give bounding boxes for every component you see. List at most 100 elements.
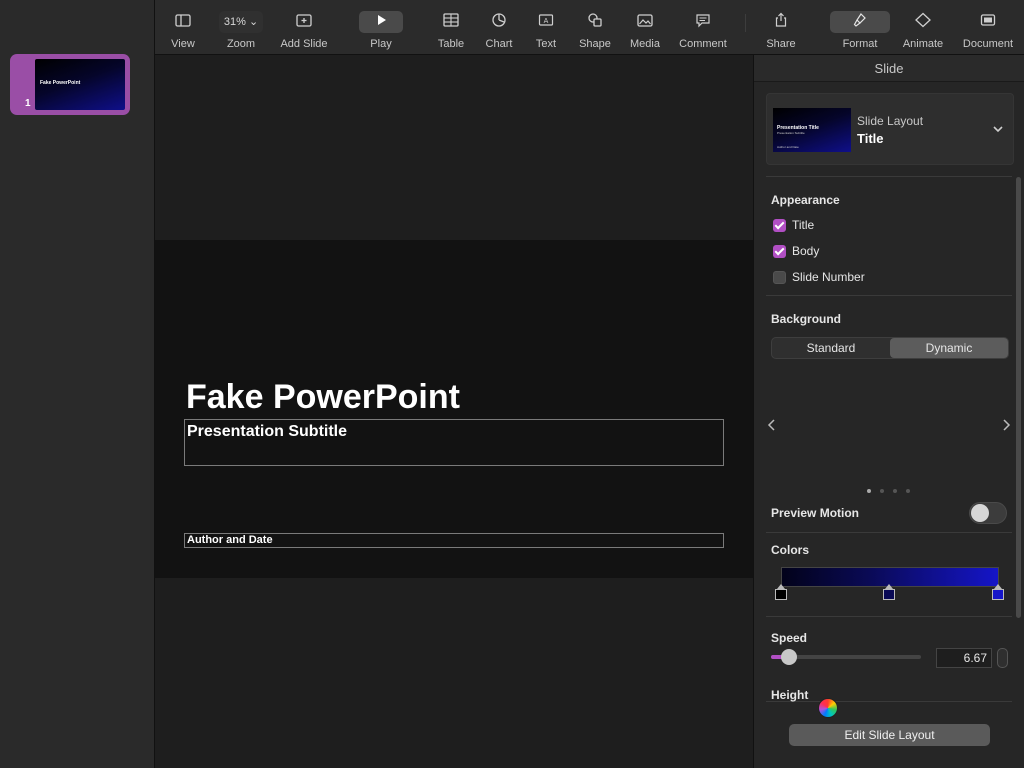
page-dot[interactable]	[893, 489, 897, 493]
table-icon	[433, 11, 469, 33]
pie-chart-icon	[481, 11, 517, 33]
slide-thumbnail-1[interactable]: 1 Fake PowerPoint	[10, 54, 130, 115]
slide-subtitle[interactable]: Presentation Subtitle	[187, 423, 347, 441]
add-slide-button[interactable]: Add Slide	[275, 0, 333, 55]
checkbox-label: Body	[792, 244, 820, 258]
speed-heading: Speed	[771, 631, 808, 645]
background-segmented-control[interactable]: Standard Dynamic	[771, 337, 1009, 359]
color-wheel-icon[interactable]	[818, 698, 838, 718]
play-icon	[359, 11, 403, 33]
paintbrush-icon	[830, 11, 890, 33]
slide-canvas[interactable]: Fake PowerPoint Presentation Subtitle Au…	[155, 55, 753, 768]
gradient-stop-3[interactable]	[992, 584, 1004, 600]
page-dot[interactable]	[867, 489, 871, 493]
slide[interactable]: Fake PowerPoint Presentation Subtitle Au…	[155, 240, 753, 578]
section-divider	[766, 176, 1012, 177]
gradient-stop-2[interactable]	[883, 584, 895, 600]
text-box-icon: A	[531, 11, 561, 33]
document-button[interactable]: Document	[959, 0, 1017, 55]
page-dot[interactable]	[906, 489, 910, 493]
chevron-down-icon: ⌄	[248, 16, 259, 28]
toggle-knob	[971, 504, 989, 522]
layout-thumb-subtitle: Presentation Subtitle	[777, 131, 805, 135]
add-slide-label: Add Slide	[280, 38, 328, 50]
chart-label: Chart	[485, 38, 513, 50]
height-heading: Height	[771, 688, 809, 702]
checkbox-label: Slide Number	[792, 270, 865, 284]
checkbox-unchecked[interactable]	[773, 271, 786, 284]
document-label: Document	[962, 38, 1014, 50]
text-button[interactable]: A Text	[531, 0, 561, 55]
slide-layout-name: Title	[857, 131, 884, 146]
checkbox-checked[interactable]	[773, 245, 786, 258]
comment-button[interactable]: Comment	[675, 0, 731, 55]
shape-button[interactable]: Shape	[577, 0, 613, 55]
speed-stepper[interactable]	[997, 648, 1008, 668]
gradient-stop-1[interactable]	[775, 584, 787, 600]
subtitle-placeholder[interactable]: Presentation Subtitle	[184, 419, 724, 466]
inspector-scrollbar[interactable]	[1016, 177, 1021, 618]
share-button[interactable]: Share	[763, 0, 799, 55]
toolbar: View 31% ⌄ Zoom Add Slide Play Table Cha…	[155, 0, 1024, 55]
text-label: Text	[535, 38, 557, 50]
layout-thumb-author: Author and Date	[777, 145, 799, 149]
speed-slider-knob[interactable]	[781, 649, 797, 665]
svg-text:A: A	[544, 18, 549, 25]
toolbar-divider	[745, 14, 746, 32]
speed-value-field[interactable]: 6.67	[936, 648, 992, 668]
checkbox-label: Title	[792, 218, 815, 232]
comment-label: Comment	[679, 38, 727, 50]
preset-page-indicator[interactable]	[867, 480, 919, 498]
chevron-left-icon[interactable]	[766, 417, 778, 433]
animate-button[interactable]: Animate	[901, 0, 945, 55]
comment-icon	[675, 11, 731, 33]
preview-motion-label: Preview Motion	[771, 506, 860, 520]
background-dynamic-option[interactable]: Dynamic	[890, 338, 1008, 358]
play-label: Play	[370, 38, 392, 50]
background-standard-option[interactable]: Standard	[772, 338, 890, 358]
format-button[interactable]: Format	[830, 0, 890, 55]
chevron-down-icon	[993, 126, 1003, 133]
inspector-header: Slide	[754, 55, 1024, 82]
edit-slide-layout-button[interactable]: Edit Slide Layout	[789, 724, 990, 746]
table-button[interactable]: Table	[433, 0, 469, 55]
zoom-label: Zoom	[226, 38, 256, 50]
slide-title[interactable]: Fake PowerPoint	[186, 378, 460, 417]
zoom-select[interactable]: 31% ⌄	[219, 11, 263, 33]
share-label: Share	[766, 38, 796, 50]
table-label: Table	[437, 38, 465, 50]
play-button[interactable]: Play	[359, 0, 403, 55]
page-dot[interactable]	[880, 489, 884, 493]
animate-label: Animate	[902, 38, 944, 50]
slide-author[interactable]: Author and Date	[187, 534, 273, 547]
format-inspector: Slide Presentation Title Presentation Su…	[753, 55, 1024, 768]
shape-label: Shape	[579, 38, 611, 50]
shape-icon	[577, 11, 613, 33]
share-icon	[763, 11, 799, 33]
animate-diamond-icon	[901, 11, 945, 33]
section-divider	[766, 532, 1012, 533]
zoom-value: 31%	[223, 16, 246, 28]
slide-thumbnail-image: Fake PowerPoint	[35, 59, 125, 110]
checkbox-checked[interactable]	[773, 219, 786, 232]
format-label: Format	[842, 38, 878, 50]
media-button[interactable]: Media	[627, 0, 663, 55]
slide-number: 1	[25, 98, 31, 109]
photo-icon	[627, 11, 663, 33]
preview-motion-toggle[interactable]	[969, 502, 1007, 524]
add-slide-icon	[275, 11, 333, 33]
section-divider	[766, 616, 1012, 617]
layout-thumbnail: Presentation Title Presentation Subtitle…	[773, 108, 851, 152]
view-button[interactable]: View	[165, 0, 201, 55]
colors-heading: Colors	[771, 543, 810, 557]
slide-layout-label: Slide Layout	[857, 114, 924, 128]
slide-navigator: 1 Fake PowerPoint	[0, 0, 155, 768]
document-icon	[959, 11, 1017, 33]
zoom-control[interactable]: 31% ⌄ Zoom	[219, 0, 263, 55]
sidebar-icon	[165, 11, 201, 33]
slide-layout-selector[interactable]: Presentation Title Presentation Subtitle…	[766, 93, 1014, 165]
chevron-right-icon[interactable]	[1000, 417, 1012, 433]
author-placeholder[interactable]: Author and Date	[184, 533, 724, 548]
media-label: Media	[630, 38, 660, 50]
chart-button[interactable]: Chart	[481, 0, 517, 55]
